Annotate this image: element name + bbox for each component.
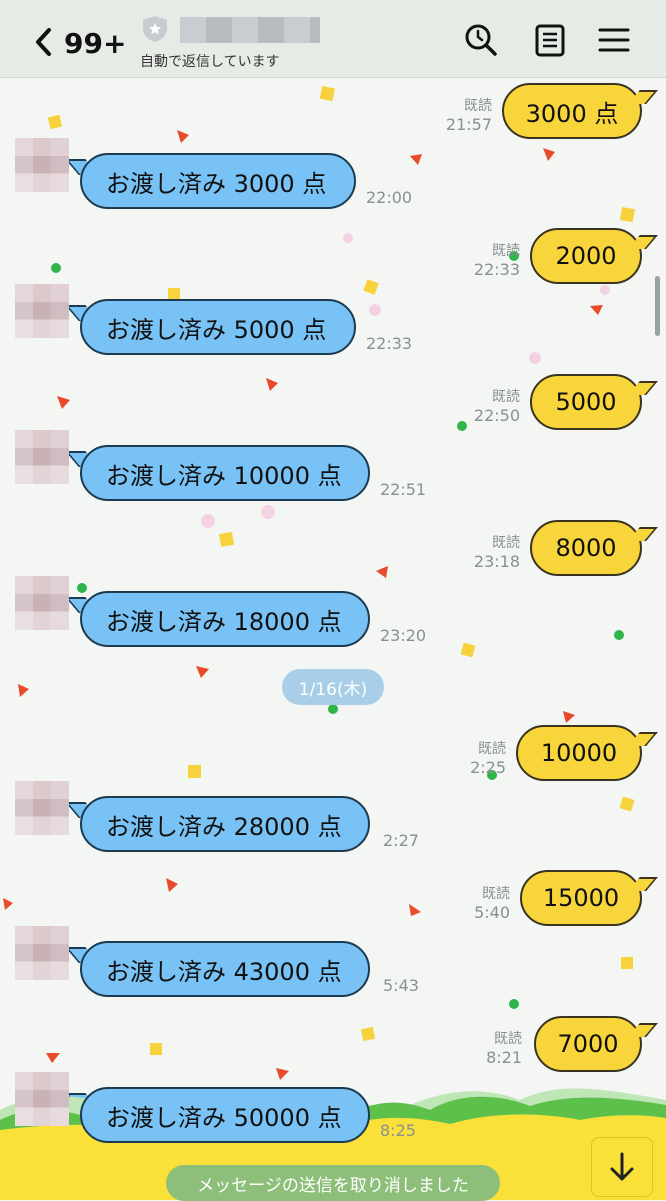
unread-count: 99+ xyxy=(64,27,127,60)
incoming-message[interactable]: お渡し済み 43000 点 xyxy=(80,941,370,997)
outgoing-message[interactable]: 15000 xyxy=(520,870,642,926)
read-receipt: 既読 22:50 xyxy=(473,389,520,425)
auto-reply-status: 自動で返信しています xyxy=(140,54,280,70)
scrollbar[interactable] xyxy=(655,276,660,336)
read-receipt: 既読 5:40 xyxy=(474,886,510,922)
message-time: 8:25 xyxy=(380,1121,416,1140)
chat-header: 99+ 自動で返信しています xyxy=(0,0,666,78)
outgoing-message[interactable]: 3000 点 xyxy=(502,83,642,139)
avatar[interactable] xyxy=(15,284,69,338)
incoming-message[interactable]: お渡し済み 28000 点 xyxy=(80,796,370,852)
read-receipt: 既読 22:33 xyxy=(473,243,520,279)
chat-area[interactable]: 既読 21:57 3000 点 お渡し済み 3000 点 22:00 既読 22:3… xyxy=(0,78,666,1200)
read-receipt: 既読 2:25 xyxy=(470,741,506,777)
read-receipt: 既読 8:21 xyxy=(486,1031,522,1067)
message-time: 2:27 xyxy=(383,831,419,850)
outgoing-message[interactable]: 2000 xyxy=(530,228,642,284)
message-time: 22:51 xyxy=(380,480,427,499)
incoming-message[interactable]: お渡し済み 50000 点 xyxy=(80,1087,370,1143)
read-receipt: 既読 23:18 xyxy=(473,535,520,571)
avatar[interactable] xyxy=(15,781,69,835)
avatar[interactable] xyxy=(15,926,69,980)
outgoing-message[interactable]: 10000 xyxy=(516,725,642,781)
avatar[interactable] xyxy=(15,576,69,630)
message-time: 5:43 xyxy=(383,976,419,995)
arrow-down-icon xyxy=(610,1152,634,1181)
date-separator: 1/16(木) xyxy=(282,669,384,705)
avatar[interactable] xyxy=(15,1072,69,1126)
outgoing-message[interactable]: 8000 xyxy=(530,520,642,576)
outgoing-message[interactable]: 7000 xyxy=(534,1016,642,1072)
message-time: 22:00 xyxy=(366,188,413,207)
incoming-message[interactable]: お渡し済み 5000 点 xyxy=(80,299,356,355)
back-icon xyxy=(36,28,51,56)
read-receipt: 既読 21:57 xyxy=(445,98,492,134)
menu-icon[interactable] xyxy=(596,22,632,58)
shield-icon xyxy=(143,16,167,42)
incoming-message[interactable]: お渡し済み 3000 点 xyxy=(80,153,356,209)
search-icon[interactable] xyxy=(463,22,499,58)
avatar[interactable] xyxy=(15,138,69,192)
back-button[interactable]: 99+ xyxy=(30,20,130,60)
incoming-message[interactable]: お渡し済み 10000 点 xyxy=(80,445,370,501)
contact-name-obscured xyxy=(180,17,320,43)
incoming-message[interactable]: お渡し済み 18000 点 xyxy=(80,591,370,647)
avatar[interactable] xyxy=(15,430,69,484)
unsend-toast: メッセージの送信を取り消しました xyxy=(166,1165,500,1201)
outgoing-message[interactable]: 5000 xyxy=(530,374,642,430)
message-time: 22:33 xyxy=(366,334,413,353)
scroll-to-bottom-button[interactable] xyxy=(591,1137,653,1197)
note-icon[interactable] xyxy=(532,22,568,58)
message-time: 23:20 xyxy=(380,626,427,645)
